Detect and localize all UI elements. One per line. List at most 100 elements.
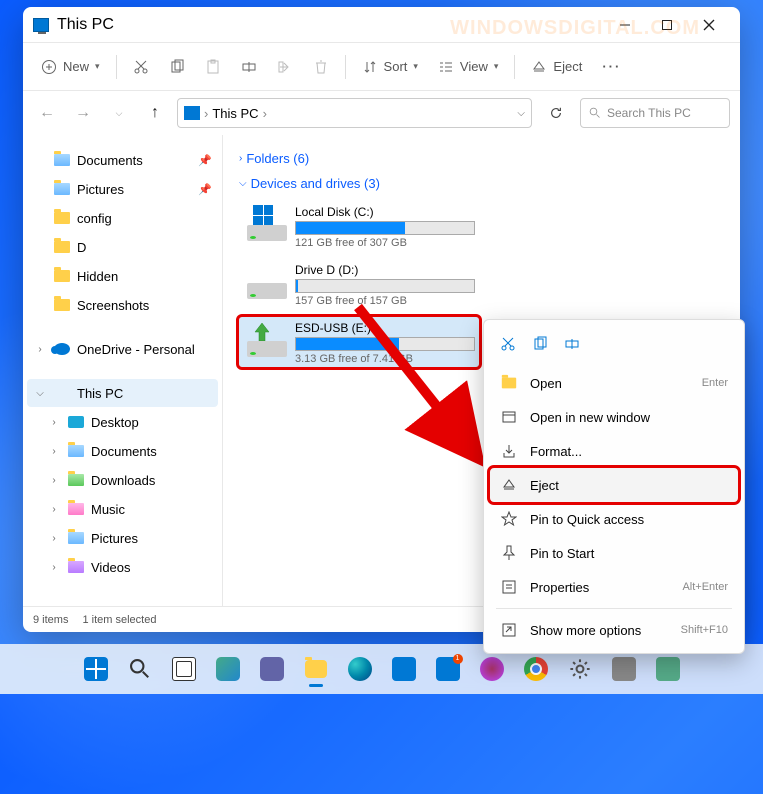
sidebar-item-screenshots[interactable]: Screenshots	[27, 291, 218, 319]
sidebar-item-config[interactable]: config	[27, 204, 218, 232]
chevron-down-icon[interactable]: ⌵	[517, 108, 525, 119]
taskbar-messenger[interactable]	[472, 649, 512, 689]
back-button[interactable]: ←	[33, 99, 61, 127]
sidebar-item-label: Hidden	[77, 269, 118, 284]
sidebar-item-label: Music	[91, 502, 125, 517]
explorer-window: This PC WINDOWSDIGITAL.COM New ▾ Sort ▾ …	[23, 7, 740, 632]
ctx-label: Pin to Quick access	[530, 512, 644, 527]
taskbar-edge[interactable]	[340, 649, 380, 689]
eject-icon	[500, 477, 518, 493]
taskbar-mail[interactable]: 1	[428, 649, 468, 689]
forward-button[interactable]: →	[69, 99, 97, 127]
sidebar-item-label: Screenshots	[77, 298, 149, 313]
ctx-pin-quick[interactable]: Pin to Quick access	[490, 502, 738, 536]
drive-local-c[interactable]: Local Disk (C:) 121 GB free of 307 GB	[239, 201, 479, 251]
delete-button[interactable]	[305, 51, 337, 83]
recent-button[interactable]: ⌵	[105, 99, 133, 127]
eject-icon	[531, 59, 547, 75]
ctx-label: Format...	[530, 444, 582, 459]
close-button[interactable]	[688, 11, 730, 39]
sidebar-item-desktop[interactable]: ›Desktop	[27, 408, 218, 436]
taskview-button[interactable]	[164, 649, 204, 689]
search-placeholder: Search This PC	[607, 106, 691, 120]
drive-icon	[243, 205, 291, 247]
folders-section-header[interactable]: ›Folders (6)	[239, 151, 724, 166]
paste-icon	[205, 59, 221, 75]
start-button[interactable]	[76, 649, 116, 689]
sidebar-item-music[interactable]: ›Music	[27, 495, 218, 523]
taskbar-app2[interactable]	[648, 649, 688, 689]
sidebar-item-pictures-sub[interactable]: ›Pictures	[27, 524, 218, 552]
sidebar-item-hidden[interactable]: Hidden	[27, 262, 218, 290]
more-icon	[500, 622, 518, 638]
taskbar-settings[interactable]	[560, 649, 600, 689]
sidebar-item-downloads[interactable]: ›Downloads	[27, 466, 218, 494]
ctx-label: Properties	[530, 580, 589, 595]
drive-usage-bar	[295, 221, 475, 235]
taskbar-chrome[interactable]	[516, 649, 556, 689]
share-button[interactable]	[269, 51, 301, 83]
taskbar-store[interactable]	[384, 649, 424, 689]
widgets-button[interactable]	[208, 649, 248, 689]
toolbar: New ▾ Sort ▾ View ▾ Eject ···	[23, 43, 740, 91]
maximize-button[interactable]	[646, 11, 688, 39]
drive-esd-usb[interactable]: ESD-USB (E:) 3.13 GB free of 7.41 GB	[239, 317, 479, 367]
ctx-open-new-window[interactable]: Open in new window	[490, 400, 738, 434]
more-button[interactable]: ···	[594, 51, 629, 83]
copy-icon	[532, 336, 548, 352]
usb-drive-icon	[243, 321, 291, 363]
sidebar-item-d[interactable]: D	[27, 233, 218, 261]
up-button[interactable]: ↑	[141, 99, 169, 127]
ctx-shortcut: Shift+F10	[681, 624, 728, 636]
ctx-more-options[interactable]: Show more options Shift+F10	[490, 613, 738, 647]
properties-icon	[500, 579, 518, 595]
sidebar-item-label: Videos	[91, 560, 131, 575]
taskbar-explorer[interactable]	[296, 649, 336, 689]
ctx-eject[interactable]: Eject	[490, 468, 738, 502]
rename-icon	[241, 59, 257, 75]
ctx-format[interactable]: Format...	[490, 434, 738, 468]
sidebar-item-documents[interactable]: Documents 📌	[27, 146, 218, 174]
search-taskbar-button[interactable]	[120, 649, 160, 689]
sidebar-item-videos[interactable]: ›Videos	[27, 553, 218, 581]
drive-d[interactable]: Drive D (D:) 157 GB free of 157 GB	[239, 259, 479, 309]
chat-button[interactable]	[252, 649, 292, 689]
paste-button[interactable]	[197, 51, 229, 83]
minimize-button[interactable]	[604, 11, 646, 39]
ctx-rename-button[interactable]	[558, 330, 586, 358]
sidebar-item-documents-sub[interactable]: ›Documents	[27, 437, 218, 465]
drive-name: Drive D (D:)	[295, 263, 475, 277]
sidebar-item-pictures[interactable]: Pictures📌	[27, 175, 218, 203]
ctx-label: Show more options	[530, 623, 641, 638]
scissors-icon	[133, 59, 149, 75]
new-button[interactable]: New ▾	[33, 51, 108, 83]
ctx-properties[interactable]: PropertiesAlt+Enter	[490, 570, 738, 604]
copy-button[interactable]	[161, 51, 193, 83]
sidebar-item-label: Pictures	[91, 531, 138, 546]
view-button[interactable]: View ▾	[430, 51, 506, 83]
star-icon	[500, 511, 518, 527]
drive-icon	[243, 263, 291, 305]
search-input[interactable]: Search This PC	[580, 98, 730, 128]
ctx-copy-button[interactable]	[526, 330, 554, 358]
ctx-open[interactable]: OpenEnter	[490, 366, 738, 400]
taskbar-app[interactable]	[604, 649, 644, 689]
ctx-pin-start[interactable]: Pin to Start	[490, 536, 738, 570]
sidebar-item-onedrive[interactable]: ›OneDrive - Personal	[27, 335, 218, 363]
drives-section-header[interactable]: ⌵Devices and drives (3)	[239, 176, 724, 191]
ctx-cut-button[interactable]	[494, 330, 522, 358]
sort-button[interactable]: Sort ▾	[354, 51, 426, 83]
drive-free-text: 3.13 GB free of 7.41 GB	[295, 353, 475, 365]
cut-button[interactable]	[125, 51, 157, 83]
eject-toolbar-button[interactable]: Eject	[523, 51, 590, 83]
thispc-icon	[55, 387, 69, 399]
refresh-button[interactable]	[540, 98, 572, 128]
toolbar-divider	[116, 55, 117, 79]
address-bar[interactable]: › This PC › ⌵	[177, 98, 532, 128]
rename-button[interactable]	[233, 51, 265, 83]
breadcrumb[interactable]: This PC	[212, 106, 258, 121]
sidebar-item-thispc[interactable]: ⌵This PC	[27, 379, 218, 407]
pin-icon: 📌	[198, 154, 212, 167]
sidebar-item-label: Documents	[77, 153, 143, 168]
drive-free-text: 157 GB free of 157 GB	[295, 295, 475, 307]
